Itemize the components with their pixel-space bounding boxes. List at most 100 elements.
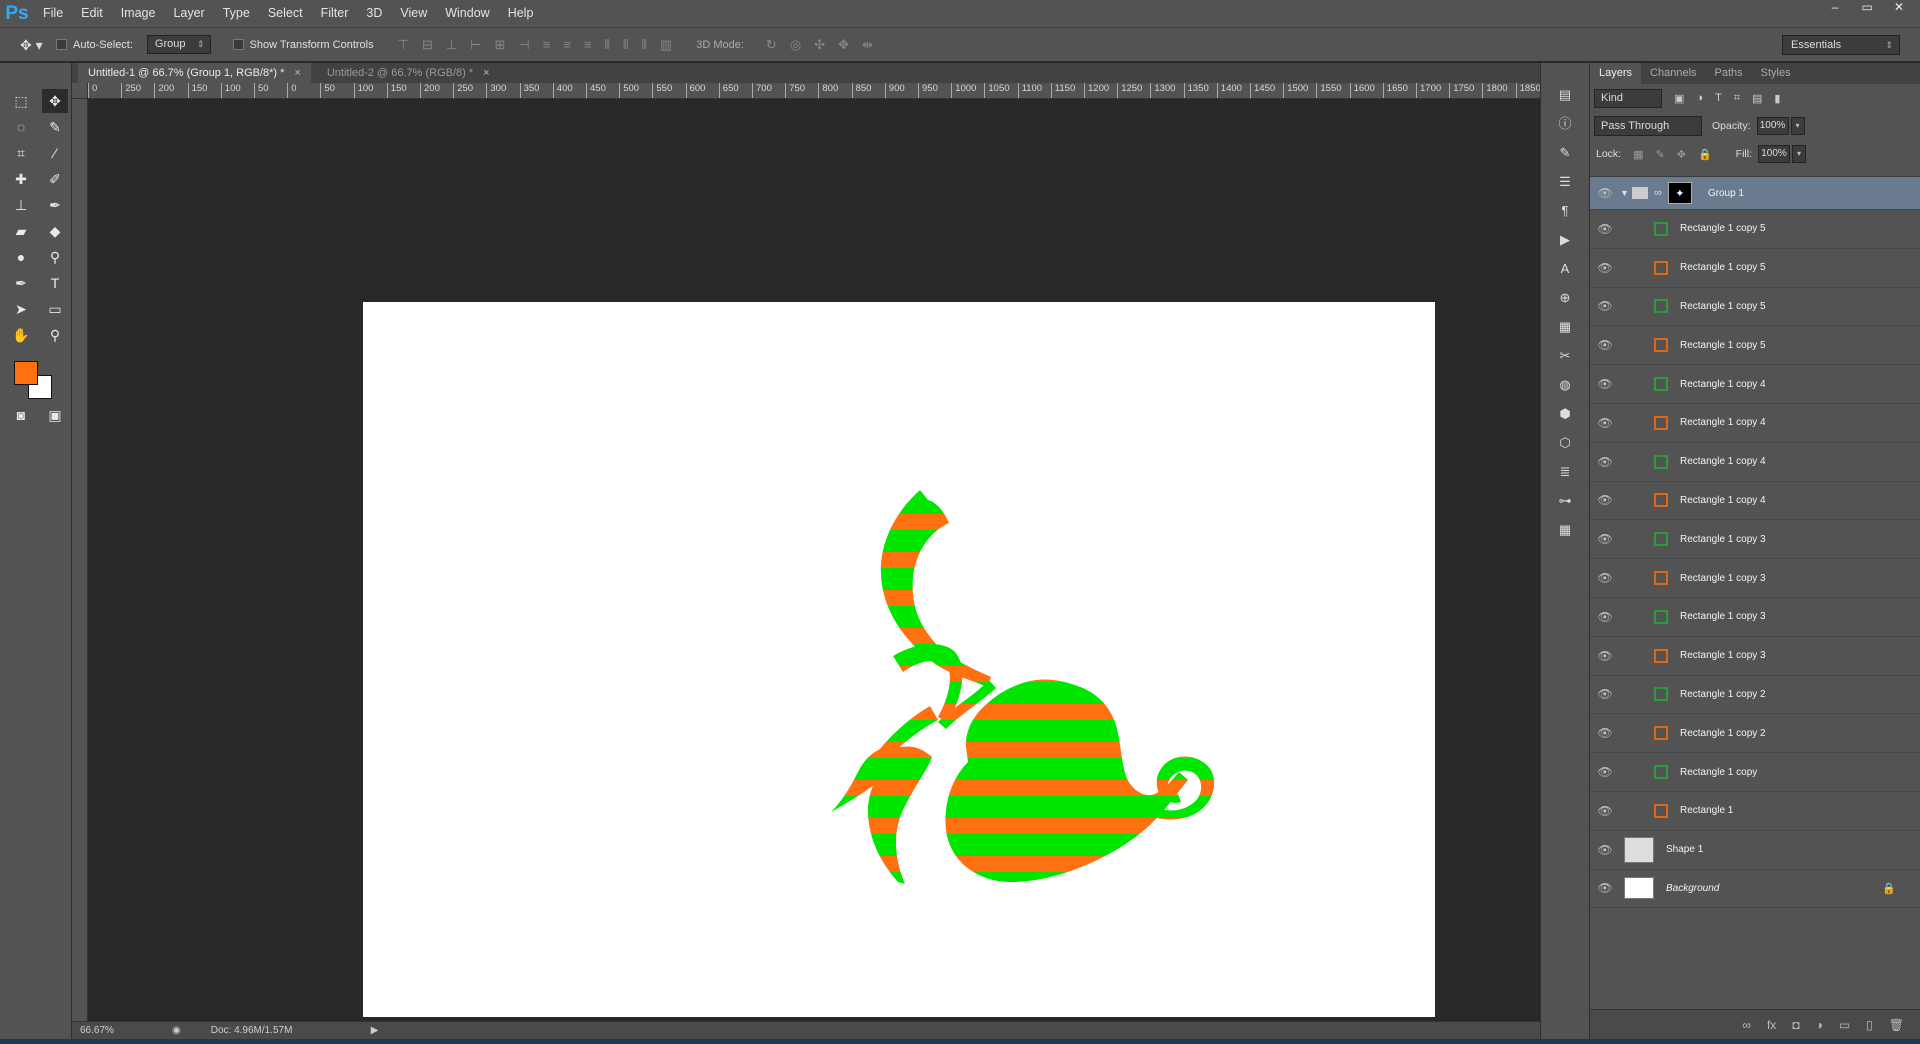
auto-align-icon[interactable]: ▥ bbox=[660, 37, 672, 53]
opacity-input[interactable]: 100% bbox=[1756, 117, 1789, 135]
document-canvas[interactable] bbox=[363, 302, 1435, 1017]
layer-row[interactable]: 👁 Rectangle 1 copy bbox=[1590, 753, 1920, 792]
marquee-tool-icon[interactable]: ⬚ bbox=[8, 89, 34, 113]
screen-mode-icon[interactable]: ▣ bbox=[42, 403, 68, 427]
brush-tool-icon[interactable]: ✐ bbox=[42, 167, 68, 191]
3d-slide-icon[interactable]: ✥ bbox=[838, 37, 849, 53]
visibility-eye-icon[interactable]: 👁 bbox=[1590, 610, 1620, 624]
visibility-eye-icon[interactable]: 👁 bbox=[1590, 881, 1620, 895]
lock-pixels-icon[interactable]: ✎ bbox=[1656, 148, 1665, 161]
status-menu-arrow-icon[interactable]: ▶ bbox=[371, 1025, 379, 1036]
menu-window[interactable]: Window bbox=[436, 0, 498, 27]
layer-row[interactable]: 👁 Rectangle 1 copy 3 bbox=[1590, 637, 1920, 676]
menu-file[interactable]: File bbox=[34, 0, 72, 27]
vertical-ruler[interactable] bbox=[72, 99, 88, 1021]
distribute-top-icon[interactable]: ≡ bbox=[543, 37, 551, 53]
distribute-left-icon[interactable]: ⫴ bbox=[605, 37, 610, 53]
layer-row[interactable]: 👁 Rectangle 1 copy 2 bbox=[1590, 676, 1920, 715]
minimize-button[interactable]: – bbox=[1822, 0, 1848, 16]
close-icon[interactable]: × bbox=[294, 67, 300, 79]
layer-group-1[interactable]: 👁 ▼ ∞ ✦ Group 1 bbox=[1590, 177, 1920, 210]
layer-shape-1[interactable]: 👁 Shape 1 bbox=[1590, 831, 1920, 870]
measurement-panel-icon[interactable]: ⊶ bbox=[1548, 489, 1582, 513]
layer-row[interactable]: 👁 Rectangle 1 copy 4 bbox=[1590, 404, 1920, 443]
eraser-tool-icon[interactable]: ▰ bbox=[8, 219, 34, 243]
pixel-filter-icon[interactable]: ▣ bbox=[1674, 92, 1684, 105]
history-panel-icon[interactable]: ▤ bbox=[1548, 83, 1582, 107]
new-layer-icon[interactable]: ▯ bbox=[1866, 1018, 1873, 1032]
menu-view[interactable]: View bbox=[391, 0, 436, 27]
tab-channels[interactable]: Channels bbox=[1641, 63, 1705, 84]
layer-row[interactable]: 👁 Rectangle 1 copy 4 bbox=[1590, 482, 1920, 521]
align-right-icon[interactable]: ⊣ bbox=[518, 37, 529, 53]
trash-icon[interactable]: 🗑 bbox=[1889, 1018, 1904, 1032]
visibility-eye-icon[interactable]: 👁 bbox=[1590, 649, 1620, 663]
3d-roll-icon[interactable]: ◎ bbox=[790, 37, 801, 53]
close-button[interactable]: ✕ bbox=[1886, 0, 1912, 16]
visibility-eye-icon[interactable]: 👁 bbox=[1590, 493, 1620, 507]
filter-toggle-icon[interactable]: ▮ bbox=[1774, 92, 1780, 105]
align-top-icon[interactable]: ⊤ bbox=[398, 37, 409, 53]
type-filter-icon[interactable]: T bbox=[1715, 92, 1722, 105]
tab-paths[interactable]: Paths bbox=[1706, 63, 1752, 84]
group-mask-thumbnail[interactable]: ✦ bbox=[1667, 182, 1692, 204]
restore-button[interactable]: ▭ bbox=[1854, 0, 1880, 16]
lock-position-icon[interactable]: ✥ bbox=[1677, 148, 1686, 161]
move-tool-icon[interactable]: ✥ bbox=[42, 89, 68, 113]
visibility-eye-icon[interactable]: 👁 bbox=[1590, 186, 1620, 200]
distribute-right-icon[interactable]: ⫴ bbox=[641, 37, 646, 53]
visibility-eye-icon[interactable]: 👁 bbox=[1590, 571, 1620, 585]
3d-rotate-icon[interactable]: ↻ bbox=[766, 37, 777, 53]
character-panel-icon[interactable]: A bbox=[1548, 257, 1582, 281]
menu-type[interactable]: Type bbox=[214, 0, 259, 27]
visibility-eye-icon[interactable]: 👁 bbox=[1590, 726, 1620, 740]
menu-filter[interactable]: Filter bbox=[312, 0, 358, 27]
tab-layers[interactable]: Layers bbox=[1590, 63, 1642, 84]
3d-scale-icon[interactable]: ⇹ bbox=[862, 37, 873, 53]
visibility-eye-icon[interactable]: 👁 bbox=[1590, 222, 1620, 236]
move-tool-preset-icon[interactable]: ✥ ▾ bbox=[20, 32, 56, 58]
layer-row[interactable]: 👁 Rectangle 1 copy 4 bbox=[1590, 365, 1920, 404]
blend-mode-dropdown[interactable]: Pass Through bbox=[1594, 116, 1702, 136]
align-left-icon[interactable]: ⊢ bbox=[470, 37, 481, 53]
menu-edit[interactable]: Edit bbox=[72, 0, 112, 27]
distribute-bottom-icon[interactable]: ≡ bbox=[584, 37, 592, 53]
tab-untitled-2[interactable]: Untitled-2 @ 66.7% (RGB/8) * × bbox=[317, 63, 500, 83]
menu-layer[interactable]: Layer bbox=[164, 0, 213, 27]
info-panel-icon[interactable]: ⓘ bbox=[1548, 112, 1582, 136]
horizontal-ruler[interactable]: 0 250 200 150 100 50 0 50 100 150 200 250 300 350 400 4… bbox=[88, 83, 1540, 99]
visibility-eye-icon[interactable]: 👁 bbox=[1590, 455, 1620, 469]
layer-kind-filter[interactable]: Kind bbox=[1594, 88, 1662, 108]
menu-select[interactable]: Select bbox=[259, 0, 312, 27]
layer-row[interactable]: 👁 Rectangle 1 copy 5 bbox=[1590, 288, 1920, 327]
visibility-eye-icon[interactable]: 👁 bbox=[1590, 338, 1620, 352]
quick-selection-tool-icon[interactable]: ✎ bbox=[42, 115, 68, 139]
clone-stamp-tool-icon[interactable]: ⊥ bbox=[8, 193, 34, 217]
swatches-panel-icon[interactable]: ⬡ bbox=[1548, 431, 1582, 455]
healing-brush-tool-icon[interactable]: ✚ bbox=[8, 167, 34, 191]
visibility-eye-icon[interactable]: 👁 bbox=[1590, 765, 1620, 779]
adjustments-panel-icon[interactable]: ☰ bbox=[1548, 170, 1582, 194]
visibility-eye-icon[interactable]: 👁 bbox=[1590, 804, 1620, 818]
distribute-hcenter-icon[interactable]: ⫴ bbox=[623, 37, 628, 53]
kuler-panel-icon[interactable]: ◍ bbox=[1548, 373, 1582, 397]
align-hcenter-icon[interactable]: ⊞ bbox=[495, 37, 506, 53]
crop-tool-icon[interactable]: ⌗ bbox=[8, 141, 34, 165]
layer-row[interactable]: 👁 Rectangle 1 copy 5 bbox=[1590, 249, 1920, 288]
visibility-eye-icon[interactable]: 👁 bbox=[1590, 299, 1620, 313]
tool-presets-panel-icon[interactable]: ✂ bbox=[1548, 344, 1582, 368]
layer-row[interactable]: 👁 Rectangle 1 copy 3 bbox=[1590, 559, 1920, 598]
lock-transparency-icon[interactable]: ▦ bbox=[1633, 148, 1643, 161]
blur-tool-icon[interactable]: ● bbox=[8, 245, 34, 269]
layer-background[interactable]: 👁 Background 🔒 bbox=[1590, 870, 1920, 909]
smart-object-filter-icon[interactable]: ▤ bbox=[1752, 92, 1762, 105]
tab-styles[interactable]: Styles bbox=[1752, 63, 1800, 84]
add-mask-icon[interactable]: ◘ bbox=[1792, 1018, 1799, 1032]
clone-source-panel-icon[interactable]: ⊕ bbox=[1548, 286, 1582, 310]
layer-row[interactable]: 👁 Rectangle 1 copy 3 bbox=[1590, 598, 1920, 637]
eyedropper-tool-icon[interactable]: ⁄ bbox=[42, 141, 68, 165]
paint-bucket-tool-icon[interactable]: ◆ bbox=[42, 219, 68, 243]
align-vcenter-icon[interactable]: ⊟ bbox=[422, 37, 433, 53]
adjustment-filter-icon[interactable]: ◑ bbox=[1696, 92, 1703, 105]
menu-help[interactable]: Help bbox=[499, 0, 543, 27]
